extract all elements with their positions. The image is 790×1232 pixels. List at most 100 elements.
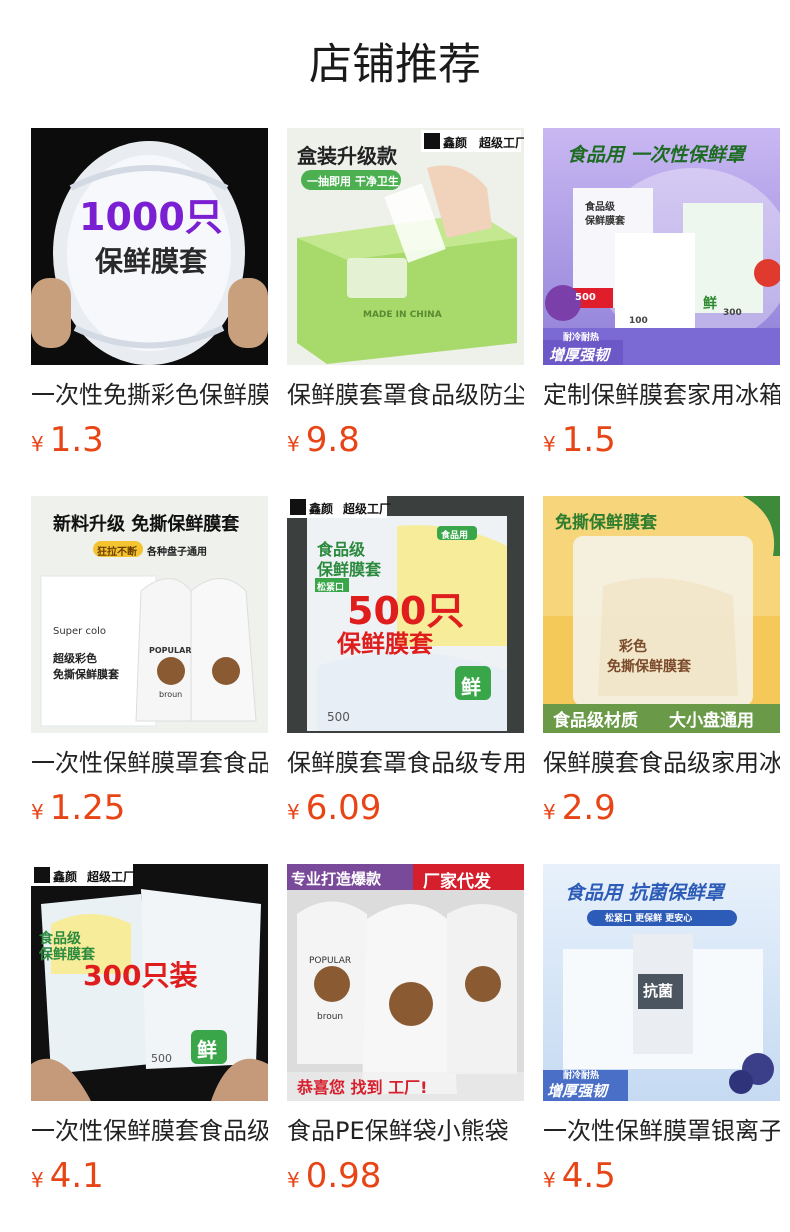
image-caption: 鲜 bbox=[703, 296, 717, 312]
image-caption: 专业打造爆款 bbox=[291, 870, 382, 888]
image-caption: 耐冷耐热 bbox=[563, 1071, 600, 1081]
product-image[interactable]: 食品用 抗菌保鲜罩 松紧口 更保鲜 更安心 抗菌 增厚强韧 耐冷耐热 bbox=[543, 864, 780, 1101]
product-grid: 1000只 保鲜膜套 一次性免撕彩色保鲜膜套 ¥1.3 盒装升级款 一抽即用 干… bbox=[31, 128, 781, 1232]
image-caption: POPULAR bbox=[149, 646, 192, 655]
image-caption: 保鲜膜套 bbox=[317, 560, 382, 579]
currency-symbol: ¥ bbox=[287, 432, 300, 456]
image-caption: 耐冷耐热 bbox=[563, 333, 600, 343]
image-caption: 鑫颜 bbox=[309, 502, 334, 516]
price-value: 1.25 bbox=[49, 788, 126, 828]
product-name[interactable]: 一次性保鲜膜套食品级 bbox=[31, 1114, 268, 1148]
currency-symbol: ¥ bbox=[31, 1168, 44, 1192]
currency-symbol: ¥ bbox=[31, 432, 44, 456]
product-card[interactable]: 食品用 抗菌保鲜罩 松紧口 更保鲜 更安心 抗菌 增厚强韧 耐冷耐热 一次性保鲜… bbox=[543, 864, 780, 1232]
product-card[interactable]: 免撕保鲜膜套 食品级材质 大小盘通用 彩色 免撕保鲜膜套 保鲜膜套食品级家用冰箱… bbox=[543, 496, 780, 864]
image-caption: 一抽即用 干净卫生 bbox=[307, 175, 399, 188]
product-image[interactable]: 食品用 一次性保鲜罩 食品级 保鲜膜套 增厚强韧 耐冷耐热 鲜 500 300 … bbox=[543, 128, 780, 365]
image-caption: 鑫颜 bbox=[53, 870, 78, 884]
product-price: ¥0.98 bbox=[287, 1156, 524, 1200]
image-caption: 免撕保鲜膜套 bbox=[53, 668, 119, 681]
image-caption: broun bbox=[317, 1012, 344, 1022]
product-card[interactable]: 食品用 一次性保鲜罩 食品级 保鲜膜套 增厚强韧 耐冷耐热 鲜 500 300 … bbox=[543, 128, 780, 496]
product-card[interactable]: 1000只 保鲜膜套 一次性免撕彩色保鲜膜套 ¥1.3 bbox=[31, 128, 268, 496]
product-name[interactable]: 一次性免撕彩色保鲜膜套 bbox=[31, 378, 268, 412]
product-image[interactable]: 免撕保鲜膜套 食品级材质 大小盘通用 彩色 免撕保鲜膜套 bbox=[543, 496, 780, 733]
product-name[interactable]: 保鲜膜套罩食品级专用 bbox=[287, 746, 524, 780]
image-caption: 免撕保鲜膜套 bbox=[607, 659, 691, 675]
image-caption: 抗菌 bbox=[643, 982, 674, 1000]
image-caption: 大小盘通用 bbox=[669, 711, 754, 731]
image-caption: POPULAR bbox=[309, 956, 352, 966]
image-caption: 500 bbox=[327, 710, 350, 724]
currency-symbol: ¥ bbox=[543, 1168, 556, 1192]
product-price: ¥6.09 bbox=[287, 788, 524, 832]
image-caption: 300只装 bbox=[83, 959, 198, 992]
image-caption: 食品用 抗菌保鲜罩 bbox=[565, 882, 724, 904]
image-caption: 500 bbox=[575, 292, 596, 303]
image-caption: 免撕保鲜膜套 bbox=[555, 513, 657, 533]
image-caption: 食品用 一次性保鲜罩 bbox=[567, 144, 745, 166]
image-caption: 保鲜膜套 bbox=[337, 630, 433, 658]
product-image[interactable]: 1000只 保鲜膜套 bbox=[31, 128, 268, 365]
price-value: 1.3 bbox=[49, 420, 104, 460]
product-price: ¥1.25 bbox=[31, 788, 268, 832]
product-price: ¥1.5 bbox=[543, 420, 780, 464]
image-caption: broun bbox=[159, 690, 183, 699]
product-image[interactable]: 盒装升级款 一抽即用 干净卫生 鑫颜 超级工厂 MADE IN CHINA bbox=[287, 128, 524, 365]
image-caption: 超级工厂 bbox=[479, 136, 524, 150]
product-price: ¥1.3 bbox=[31, 420, 268, 464]
product-name[interactable]: 食品PE保鲜袋小熊袋 bbox=[287, 1114, 524, 1148]
image-caption: 食品级材质 bbox=[553, 711, 638, 731]
currency-symbol: ¥ bbox=[287, 1168, 300, 1192]
image-caption: 食品级 bbox=[585, 202, 615, 213]
price-value: 6.09 bbox=[305, 788, 382, 828]
image-caption: 松紧口 更保鲜 更安心 bbox=[605, 914, 693, 924]
price-value: 4.5 bbox=[561, 1156, 616, 1196]
image-caption: 1000只 bbox=[79, 195, 223, 239]
image-caption: 100 bbox=[629, 316, 648, 326]
image-caption: 松紧口 bbox=[317, 583, 345, 593]
image-caption: 食品用 bbox=[441, 531, 469, 541]
product-image[interactable]: 鑫颜 超级工厂 食品级 保鲜膜套 300只装 鲜 500 bbox=[31, 864, 268, 1101]
image-caption: 恭喜您 找到 工厂! bbox=[297, 1078, 428, 1097]
product-image[interactable]: 鑫颜 超级工厂 食品级 保鲜膜套 松紧口 食品用 500只 保鲜膜套 鲜 500 bbox=[287, 496, 524, 733]
image-caption: 300 bbox=[723, 308, 742, 318]
product-card[interactable]: 鑫颜 超级工厂 食品级 保鲜膜套 松紧口 食品用 500只 保鲜膜套 鲜 500… bbox=[287, 496, 524, 864]
image-caption: 500 bbox=[151, 1052, 172, 1065]
image-caption: 增厚强韧 bbox=[549, 346, 610, 364]
product-card[interactable]: 鑫颜 超级工厂 食品级 保鲜膜套 300只装 鲜 500 一次性保鲜膜套食品级 … bbox=[31, 864, 268, 1232]
image-caption: 增厚强韧 bbox=[547, 1082, 608, 1100]
image-caption: 鲜 bbox=[461, 675, 481, 699]
image-caption: 厂家代发 bbox=[423, 872, 491, 892]
product-price: ¥9.8 bbox=[287, 420, 524, 464]
image-caption: Super colo bbox=[53, 626, 106, 637]
currency-symbol: ¥ bbox=[543, 800, 556, 824]
image-caption: 超级彩色 bbox=[53, 652, 97, 665]
product-name[interactable]: 保鲜膜套食品级家用冰箱 bbox=[543, 746, 780, 780]
image-caption: 鑫颜 bbox=[443, 136, 468, 150]
image-caption: 彩色 bbox=[619, 639, 647, 655]
product-card[interactable]: 盒装升级款 一抽即用 干净卫生 鑫颜 超级工厂 MADE IN CHINA 保鲜… bbox=[287, 128, 524, 496]
product-name[interactable]: 一次性保鲜膜罩套食品级 bbox=[31, 746, 268, 780]
image-caption: 新料升级 免撕保鲜膜套 bbox=[53, 514, 240, 535]
product-card[interactable]: 专业打造爆款 厂家代发 POPULAR broun 恭喜您 找到 工厂! 食品P… bbox=[287, 864, 524, 1232]
image-caption: 超级工厂 bbox=[343, 502, 392, 516]
product-card[interactable]: 新料升级 免撕保鲜膜套 狂拉不断 各种盘子通用 Super colo 超级彩色 … bbox=[31, 496, 268, 864]
currency-symbol: ¥ bbox=[543, 432, 556, 456]
price-value: 0.98 bbox=[305, 1156, 382, 1196]
price-value: 9.8 bbox=[305, 420, 360, 460]
image-caption: MADE IN CHINA bbox=[363, 310, 442, 320]
product-image[interactable]: 专业打造爆款 厂家代发 POPULAR broun 恭喜您 找到 工厂! bbox=[287, 864, 524, 1101]
image-caption: 保鲜膜套 bbox=[585, 216, 625, 227]
page-title: 店铺推荐 bbox=[309, 40, 481, 90]
image-caption: 超级工厂 bbox=[87, 870, 136, 884]
product-name[interactable]: 一次性保鲜膜罩银离子 bbox=[543, 1114, 780, 1148]
image-caption: 鲜 bbox=[197, 1038, 217, 1062]
product-name[interactable]: 定制保鲜膜套家用冰箱 bbox=[543, 378, 780, 412]
image-caption: 盒装升级款 bbox=[297, 144, 397, 168]
price-value: 1.5 bbox=[561, 420, 616, 460]
image-caption: 狂拉不断 bbox=[97, 547, 137, 558]
product-name[interactable]: 保鲜膜套罩食品级防尘 bbox=[287, 378, 524, 412]
product-price: ¥4.1 bbox=[31, 1156, 268, 1200]
product-image[interactable]: 新料升级 免撕保鲜膜套 狂拉不断 各种盘子通用 Super colo 超级彩色 … bbox=[31, 496, 268, 733]
